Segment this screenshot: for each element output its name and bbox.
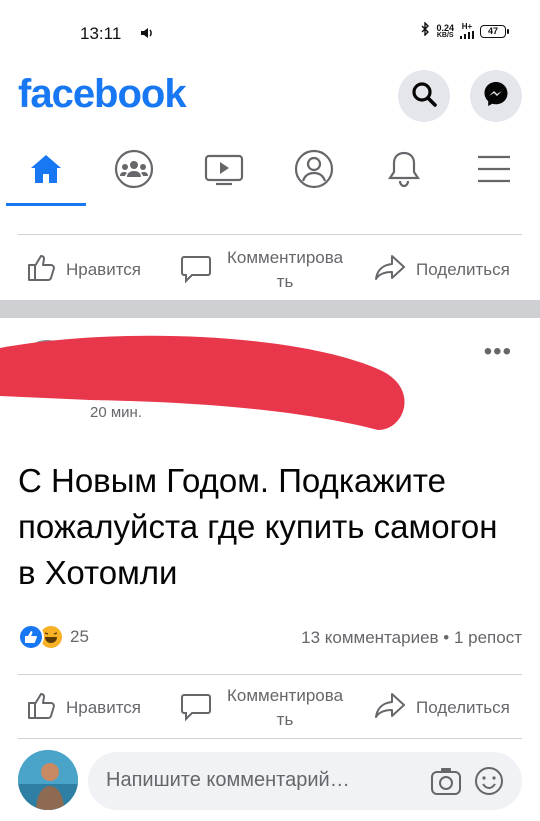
share-button[interactable]: Поделиться	[374, 252, 510, 287]
notifications-icon	[386, 149, 422, 194]
tab-notifications[interactable]	[374, 138, 434, 204]
tab-profile[interactable]	[284, 138, 344, 204]
tab-home[interactable]	[16, 138, 76, 204]
comment-label-line2: ть	[276, 710, 294, 729]
network-type-label: H+	[461, 22, 473, 31]
groups-icon	[114, 149, 154, 194]
search-button[interactable]	[398, 70, 450, 122]
active-tab-indicator	[6, 203, 86, 206]
menu-icon	[476, 153, 512, 190]
tab-menu[interactable]	[464, 138, 524, 204]
post-actions: Нравится Комментирова ть Поделиться	[0, 678, 540, 742]
sound-icon	[140, 26, 154, 44]
post-options-button[interactable]: •••	[484, 338, 512, 366]
comment-placeholder: Напишите комментарий…	[106, 769, 350, 791]
post-separator	[0, 300, 540, 318]
reaction-count: 25	[70, 627, 89, 646]
net-speed: 0.24 KB/S	[436, 22, 454, 40]
divider	[18, 234, 522, 235]
comments-shares-count[interactable]: 13 комментариев • 1 репост	[301, 628, 522, 648]
home-icon	[28, 152, 64, 191]
profile-icon	[294, 149, 334, 194]
comment-icon	[180, 692, 212, 727]
status-time: 13:11	[80, 24, 122, 43]
camera-icon[interactable]	[430, 766, 462, 801]
battery-indicator: 47	[480, 25, 509, 38]
like-button[interactable]: Нравится	[26, 690, 141, 725]
comment-input[interactable]: Напишите комментарий…	[88, 752, 522, 810]
like-reaction-icon	[18, 624, 44, 650]
tab-groups[interactable]	[104, 138, 164, 204]
messenger-button[interactable]	[470, 70, 522, 122]
divider	[18, 674, 522, 675]
like-icon	[26, 252, 56, 287]
share-icon	[374, 690, 406, 725]
share-label: Поделиться	[416, 259, 510, 279]
share-button[interactable]: Поделиться	[374, 690, 510, 725]
tab-watch[interactable]	[194, 138, 254, 204]
network-type: H+	[460, 23, 474, 40]
share-icon	[374, 252, 406, 287]
comment-button[interactable]: Комментирова ть	[180, 244, 370, 298]
reactions-summary[interactable]: 25	[18, 624, 89, 650]
redaction-mark	[0, 335, 405, 430]
share-label: Поделиться	[416, 697, 510, 717]
net-speed-unit: KB/S	[436, 31, 454, 39]
like-label: Нравится	[66, 259, 142, 279]
comment-button[interactable]: Комментирова ть	[180, 682, 370, 736]
prev-post-actions: Нравится Комментирова ть Поделиться	[0, 240, 540, 304]
like-button[interactable]: Нравится	[26, 252, 141, 287]
net-speed-value: 0.24	[436, 22, 454, 33]
comment-label-line1: Комментирова	[226, 686, 344, 705]
comment-label-line1: Комментирова	[226, 248, 344, 267]
post-text: С Новым Годом. Подкажите пожалуйста где …	[18, 462, 498, 591]
facebook-logo[interactable]: facebook	[18, 72, 187, 117]
like-icon	[26, 690, 56, 725]
like-label: Нравится	[66, 697, 142, 717]
divider	[18, 738, 522, 739]
comment-icon	[180, 254, 212, 289]
messenger-icon	[481, 79, 511, 114]
watch-icon	[204, 152, 244, 191]
user-avatar[interactable]	[18, 750, 78, 810]
signal-icon	[460, 31, 474, 39]
main-tab-bar	[0, 138, 540, 206]
status-bar: 13:11 0.24 KB/S H+ 47	[0, 0, 540, 62]
search-icon	[410, 80, 438, 113]
comment-label-line2: ть	[276, 272, 294, 291]
bluetooth-icon	[420, 21, 430, 41]
emoji-icon[interactable]	[474, 766, 504, 801]
